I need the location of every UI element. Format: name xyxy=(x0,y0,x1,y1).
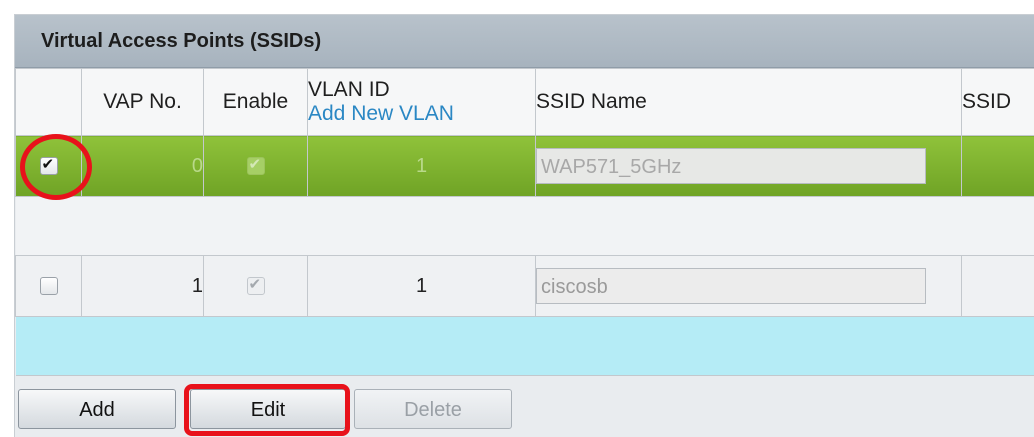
ssid-name-input[interactable]: WAP571_5GHz xyxy=(536,148,926,184)
vap-table: VAP No. Enable VLAN ID Add New VLAN SSID… xyxy=(15,68,1034,376)
ssid-name-input[interactable]: ciscosb xyxy=(536,268,926,304)
delete-button[interactable]: Delete xyxy=(354,389,512,429)
add-button[interactable]: Add xyxy=(18,389,176,429)
vap-no-cell: 0 xyxy=(82,136,204,197)
vap-no-cell: 1 xyxy=(82,256,204,317)
ssid-name-cell: ciscosb xyxy=(536,256,962,317)
vlan-id-label: VLAN ID xyxy=(308,78,390,101)
panel-title: Virtual Access Points (SSIDs) xyxy=(41,30,321,53)
new-entry-row xyxy=(16,317,1034,376)
spacer-cell xyxy=(16,197,1034,256)
edit-button[interactable]: Edit xyxy=(190,389,346,429)
ssid-name-column-header: SSID Name xyxy=(536,69,962,136)
select-column-header xyxy=(16,69,82,136)
ssid-broadcast-cell xyxy=(962,256,1034,317)
vlan-id-cell: 1 xyxy=(308,136,536,197)
ssid-name-cell: WAP571_5GHz xyxy=(536,136,962,197)
table-header-row: VAP No. Enable VLAN ID Add New VLAN SSID… xyxy=(16,69,1034,136)
ssid-broadcast-cell xyxy=(962,136,1034,197)
enable-cell xyxy=(204,256,308,317)
enable-checkbox[interactable] xyxy=(247,157,265,175)
enable-cell xyxy=(204,136,308,197)
ssid-column-header: SSID xyxy=(962,69,1034,136)
row-select-checkbox[interactable] xyxy=(40,277,58,295)
row-select-checkbox[interactable] xyxy=(40,157,58,175)
new-entry-cell xyxy=(16,317,1034,376)
enable-checkbox[interactable] xyxy=(247,277,265,295)
add-new-vlan-link[interactable]: Add New VLAN xyxy=(308,102,535,126)
vap-panel: Virtual Access Points (SSIDs) VAP No. En… xyxy=(14,14,1034,437)
panel-header: Virtual Access Points (SSIDs) xyxy=(15,15,1034,68)
table-row[interactable]: 1 1 ciscosb xyxy=(16,256,1034,317)
enable-column-header: Enable xyxy=(204,69,308,136)
vap-no-column-header: VAP No. xyxy=(82,69,204,136)
row-select-cell xyxy=(16,256,82,317)
spacer-row xyxy=(16,197,1034,256)
row-select-cell xyxy=(16,136,82,197)
table-row[interactable]: 0 1 WAP571_5GHz xyxy=(16,136,1034,197)
vlan-id-column-header: VLAN ID Add New VLAN xyxy=(308,69,536,136)
vlan-id-cell: 1 xyxy=(308,256,536,317)
